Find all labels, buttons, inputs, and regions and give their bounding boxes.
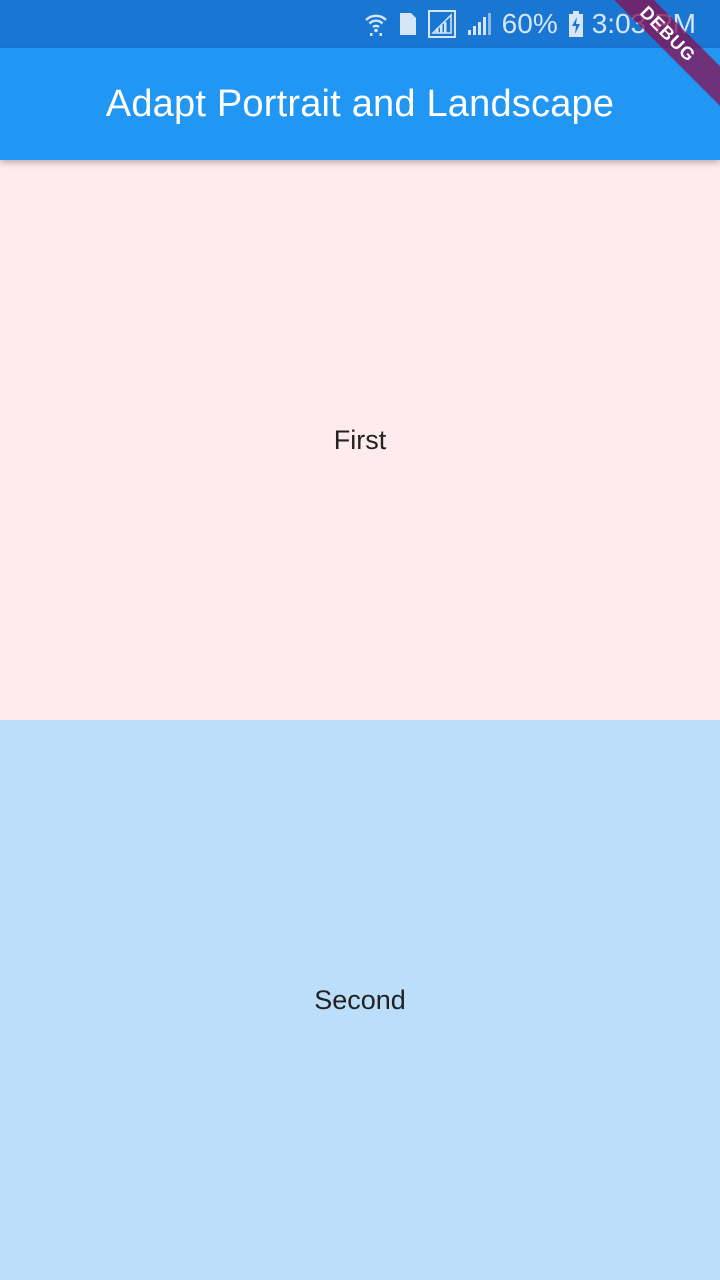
second-label: Second xyxy=(314,984,406,1015)
wifi-icon xyxy=(364,11,388,37)
second-panel: Second xyxy=(0,720,720,1280)
page-title: Adapt Portrait and Landscape xyxy=(105,82,615,125)
status-bar: 60% 3:03 PM xyxy=(0,0,720,48)
first-panel: First xyxy=(0,160,720,720)
signal-1-icon xyxy=(427,10,456,38)
first-label: First xyxy=(333,424,387,455)
app-bar: Adapt Portrait and Landscape xyxy=(0,48,720,160)
battery-charging-icon xyxy=(568,10,584,38)
sim-1-icon xyxy=(398,11,418,37)
battery-percent: 60% xyxy=(501,8,558,39)
signal-2-icon xyxy=(466,11,492,37)
